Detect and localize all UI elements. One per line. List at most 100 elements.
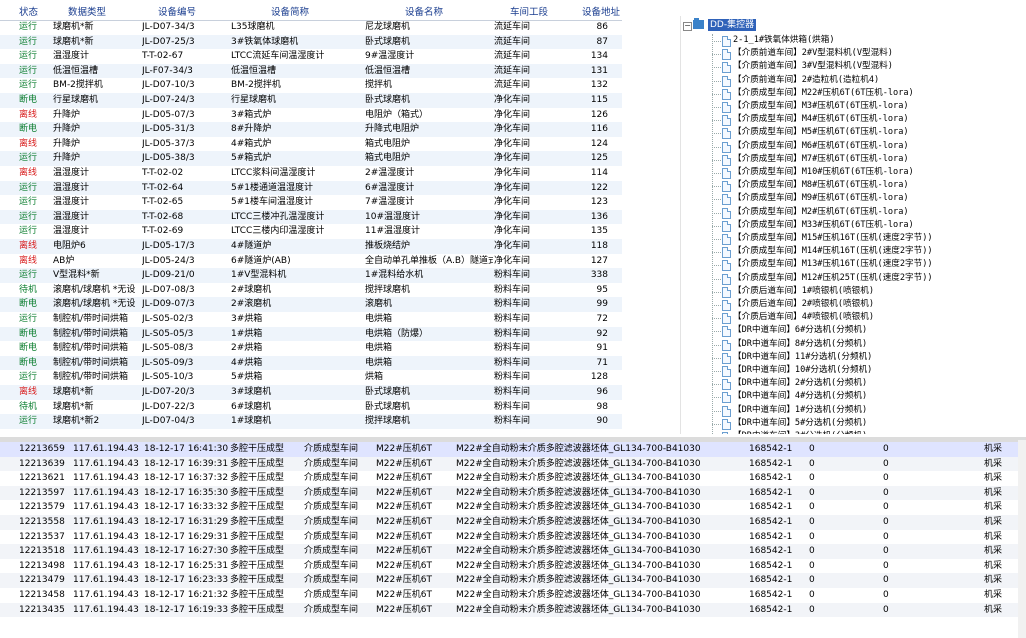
device-table-row[interactable]: 运行 球磨机*新 JL-D07-25/3 3#铁氧体球磨机 卧式球磨机 流延车间 87 (0, 34, 622, 50)
records-table-row[interactable]: 12213558 117.61.194.43 18-12-17 16:31:29 多腔… (0, 515, 1026, 530)
tree-item[interactable]: 【介质成型车间】M8#压机6T(6T压机-lora) (733, 179, 909, 192)
device-short-name-cell: LTCC流延车间温湿度计 (231, 51, 325, 62)
device-table-row[interactable]: 运行 球磨机*新 JL-D07-34/3 L35球磨机 尼龙球磨机 流延车间 86 (0, 20, 622, 35)
device-short-name-cell: LTCC三楼内印温湿度计 (231, 226, 325, 237)
records-table-row[interactable]: 12213659 117.61.194.43 18-12-17 16:41:30 多腔… (0, 442, 1026, 457)
device-short-name-cell: 1#V型混料机 (231, 270, 287, 281)
tree-guide-line (712, 318, 721, 320)
tree-item[interactable]: 【介质成型车间】M4#压机6T(6T压机-lora) (733, 113, 909, 126)
tree-item[interactable]: 【介质成型车间】M9#压机6T(6T压机-lora) (733, 192, 909, 205)
collapse-toggle-icon[interactable]: − (683, 22, 692, 31)
records-scrollbar[interactable] (1018, 440, 1026, 638)
col-header-device-address[interactable]: 设备地址 (582, 4, 620, 18)
collection-mode-cell: 机采 (984, 502, 1003, 513)
device-table-row[interactable]: 运行 球磨机*新2 JL-D07-04/3 1#球磨机 搅拌球磨机 粉料车间 90 (0, 414, 622, 429)
device-table-row[interactable]: 运行 温湿度计 T-T-02-65 5#1楼车间温湿度计 7#温湿度计 净化车间 123 (0, 195, 622, 210)
file-icon (722, 247, 731, 259)
tree-item[interactable]: 【介质后道车间】1#喷银机(喷银机) (733, 285, 874, 298)
records-table-row[interactable]: 12213518 117.61.194.43 18-12-17 16:27:30 多腔… (0, 544, 1026, 559)
tree-item[interactable]: 【DR中道车间】3#分选机(分频机) (733, 430, 867, 434)
tree-root-node[interactable]: DD-集控器 (708, 19, 757, 31)
tree-item[interactable]: 2-1_1#铁氧体烘箱(烘箱) (733, 34, 835, 47)
device-table-row[interactable]: 断电 行星球磨机 JL-D07-24/3 行星球磨机 卧式球磨机 净化车间 115 (0, 93, 622, 108)
timestamp-cell: 18-12-17 16:27:30 (144, 546, 229, 557)
tree-item[interactable]: 【介质成型车间】M7#压机6T(6T压机-lora) (733, 153, 909, 166)
tree-item[interactable]: 【介质后道车间】4#喷银机(喷银机) (733, 311, 874, 324)
device-table-row[interactable]: 运行 温湿度计 T-T-02-69 LTCC三楼内印温湿度计 11#温湿度计 净化车间 13… (0, 224, 622, 239)
record-id-cell: 12213435 (19, 604, 65, 615)
tree-item[interactable]: 【介质成型车间】M15#压机16T(压机(速度2字节)) (733, 232, 933, 245)
tree-item[interactable]: 【介质成型车间】M13#压机16T(压机(速度2字节)) (733, 258, 933, 271)
col-header-device-id[interactable]: 设备编号 (158, 4, 196, 18)
device-table-row[interactable]: 断电 制腔机/带时间烘箱 JL-S05-08/3 2#烘箱 电烘箱 粉料车间 91 (0, 341, 622, 356)
col-header-status[interactable]: 状态 (19, 4, 38, 18)
workshop-cell: 介质成型车间 (304, 487, 359, 498)
device-table-row[interactable]: 离线 AB炉 JL-D05-24/3 6#隧道炉(AB) 全自动单孔单推板（A.B）隧道… (0, 254, 622, 269)
col-header-data-type[interactable]: 数据类型 (68, 4, 106, 18)
tree-item[interactable]: 【介质成型车间】M12#压机25T(压机(速度2字节)) (733, 272, 933, 285)
device-name-cell: 搅拌球磨机 (365, 284, 411, 295)
data-type-cell: 低温恒温槽 (53, 65, 99, 76)
tree-item[interactable]: 【介质成型车间】M14#压机16T(压机(速度2字节)) (733, 245, 933, 258)
col-header-workshop[interactable]: 车间工段 (510, 4, 548, 18)
device-table-row[interactable]: 离线 升降炉 JL-D05-37/3 4#箱式炉 箱式电阻炉 净化车间 124 (0, 137, 622, 152)
records-table-row[interactable]: 12213579 117.61.194.43 18-12-17 16:33:32 多腔… (0, 500, 1026, 515)
records-table-row[interactable]: 12213597 117.61.194.43 18-12-17 16:35:30 多腔… (0, 485, 1026, 501)
tree-item[interactable]: 【介质成型车间】M5#压机6T(6T压机-lora) (733, 126, 909, 139)
device-table-row[interactable]: 离线 升降炉 JL-D05-07/3 3#箱式炉 电阻炉（箱式） 净化车间 126 (0, 108, 622, 123)
device-table-row[interactable]: 运行 BM-2搅拌机 JL-D07-10/3 BM-2搅拌机 搅拌机 流延车间 132 (0, 78, 622, 93)
records-table-row[interactable]: 12213537 117.61.194.43 18-12-17 16:29:31 多腔… (0, 530, 1026, 545)
tree-item[interactable]: 【DR中道车间】10#分选机(分频机) (733, 364, 872, 377)
device-id-cell: JL-F07-34/3 (142, 65, 193, 76)
device-table-row[interactable]: 运行 制腔机/带时间烘箱 JL-S05-10/3 5#烘箱 烘箱 粉料车间 128 (0, 370, 622, 385)
count-cell: 0 (809, 444, 815, 454)
tree-item[interactable]: 【介质成型车间】M3#压机6T(6T压机-lora) (733, 100, 909, 113)
tree-item[interactable]: 【介质成型车间】M2#压机6T(6T压机-lora) (733, 206, 909, 219)
status-cell: 离线 (19, 255, 38, 266)
tree-item[interactable]: 【介质成型车间】M33#压机6T(6T压机-lora) (733, 219, 914, 232)
device-address-cell: 114 (590, 168, 608, 178)
device-table-row[interactable]: 断电 制腔机/带时间烘箱 JL-S05-09/3 4#烘箱 电烘箱 粉料车间 71 (0, 355, 622, 371)
device-table-row[interactable]: 待机 球磨机*新 JL-D07-22/3 6#球磨机 卧式球磨机 粉料车间 98 (0, 400, 622, 415)
defect-cell: 0 (883, 487, 889, 498)
tree-item[interactable]: 【介质前道车间】3#V型混料机(V型混料) (733, 60, 893, 73)
col-header-device-name[interactable]: 设备名称 (405, 4, 443, 18)
device-table-row[interactable]: 运行 制腔机/带时间烘箱 JL-S05-02/3 3#烘箱 电烘箱 粉料车间 72 (0, 312, 622, 327)
device-table-row[interactable]: 运行 V型混料*新 JL-D09-21/0 1#V型混料机 1#混料给水机 粉料车间 338 (0, 268, 622, 283)
file-icon (722, 366, 731, 377)
device-table-row[interactable]: 运行 低温恒温槽 JL-F07-34/3 低温恒温槽 低温恒温槽 流延车间 131 (0, 63, 622, 79)
device-table-row[interactable]: 离线 球磨机*新 JL-D07-20/3 3#球磨机 卧式球磨机 粉料车间 96 (0, 385, 622, 400)
records-table-row[interactable]: 12213621 117.61.194.43 18-12-17 16:37:32 多腔… (0, 471, 1026, 486)
records-table-row[interactable]: 12213435 117.61.194.43 18-12-17 16:19:33 多腔… (0, 602, 1026, 618)
tree-item[interactable]: 【DR中道车间】4#分选机(分频机) (733, 390, 867, 403)
col-header-device-short-name[interactable]: 设备简称 (271, 4, 309, 18)
collection-mode-cell: 机采 (984, 604, 1003, 615)
device-address-cell: 90 (596, 416, 608, 427)
tree-item[interactable]: 【DR中道车间】2#分选机(分频机) (733, 377, 867, 390)
tree-item[interactable]: 【DR中道车间】1#分选机(分频机) (733, 404, 867, 417)
device-table-row[interactable]: 断电 升降炉 JL-D05-31/3 8#升降炉 升降式电阻炉 净化车间 116 (0, 122, 622, 137)
device-table-row[interactable]: 断电 滚磨机/球磨机 *无设 JL-D09-07/3 2#滚磨机 滚磨机 粉料车间 99 (0, 297, 622, 312)
tree-item[interactable]: 【DR中道车间】6#分选机(分频机) (733, 324, 867, 337)
tree-item[interactable]: 【介质成型车间】M10#压机6T(6T压机-lora) (733, 166, 914, 179)
device-table-row[interactable]: 运行 温湿度计 T-T-02-64 5#1楼通道温湿度计 6#温湿度计 净化车间 122 (0, 180, 622, 196)
device-table-row[interactable]: 待机 滚磨机/球磨机 *无设 JL-D07-08/3 2#球磨机 搅拌球磨机 粉料车间 95 (0, 283, 622, 298)
tree-item[interactable]: 【DR中道车间】5#分选机(分频机) (733, 417, 867, 430)
device-table-row[interactable]: 运行 升降炉 JL-D05-38/3 5#箱式炉 箱式电阻炉 净化车间 125 (0, 151, 622, 166)
device-table-row[interactable]: 运行 温湿度计 T-T-02-68 LTCC三楼冲孔温湿度计 10#温湿度计 净化车间 13… (0, 209, 622, 225)
device-table-row[interactable]: 断电 制腔机/带时间烘箱 JL-S05-05/3 1#烘箱 电烘箱（防爆） 粉料车间 92 (0, 326, 622, 342)
device-table-row[interactable]: 离线 温湿度计 T-T-02-02 LTCC浆料间温湿度计 2#温湿度计 净化车间 114 (0, 166, 622, 181)
tree-item[interactable]: 【介质成型车间】M6#压机6T(6T压机-lora) (733, 140, 909, 153)
tree-item[interactable]: 【DR中道车间】8#分选机(分频机) (733, 338, 867, 351)
records-table-row[interactable]: 12213479 117.61.194.43 18-12-17 16:23:33 多腔… (0, 573, 1026, 588)
records-table-row[interactable]: 12213639 117.61.194.43 18-12-17 16:39:31 多腔… (0, 456, 1026, 472)
device-table-row[interactable]: 离线 电阻炉6 JL-D05-17/3 4#隧道炉 推板烧结炉 净化车间 118 (0, 239, 622, 254)
tree-item[interactable]: 【DR中道车间】11#分选机(分频机) (733, 351, 872, 364)
tree-item[interactable]: 【介质前道车间】2#造粒机(造粒机4) (733, 74, 879, 87)
tree-item[interactable]: 【介质前道车间】2#V型混料机(V型混料) (733, 47, 893, 60)
tree-item[interactable]: 【介质成型车间】M22#压机6T(6T压机-lora) (733, 87, 914, 100)
device-table-row[interactable]: 运行 温湿度计 T-T-02-67 LTCC流延车间温湿度计 9#温湿度计 流延车间 134 (0, 49, 622, 64)
records-table-row[interactable]: 12213458 117.61.194.43 18-12-17 16:21:32 多腔… (0, 588, 1026, 603)
tree-item[interactable]: 【介质后道车间】2#喷银机(喷银机) (733, 298, 874, 311)
records-table-row[interactable]: 12213498 117.61.194.43 18-12-17 16:25:31 多腔… (0, 559, 1026, 574)
